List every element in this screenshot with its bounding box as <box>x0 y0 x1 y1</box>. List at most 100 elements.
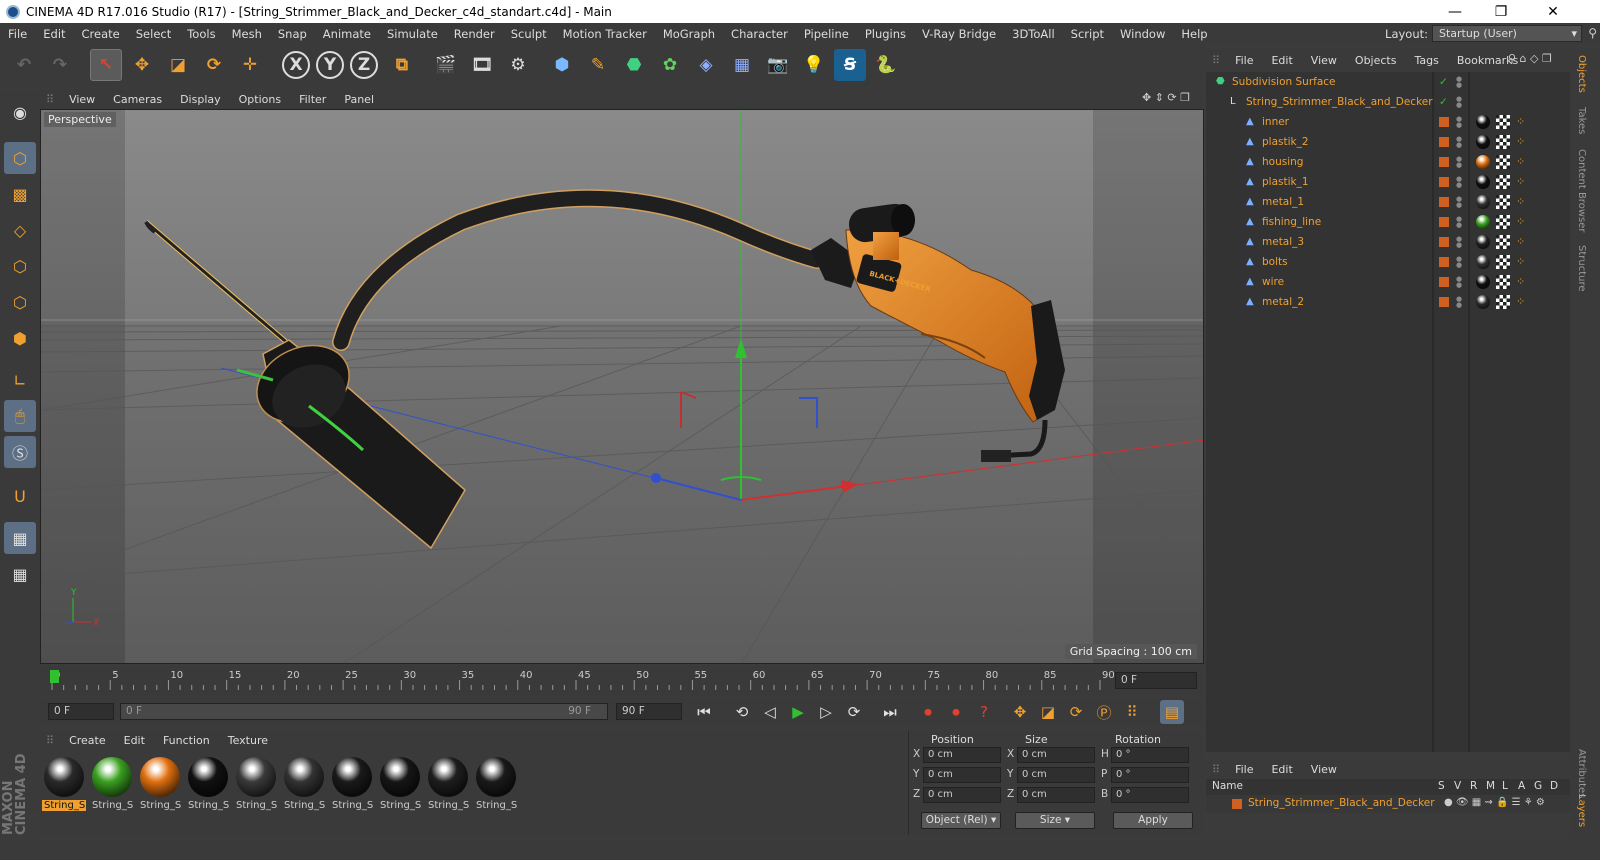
undo-icon[interactable]: ↶ <box>8 49 40 81</box>
python-icon[interactable]: 🐍 <box>870 49 902 81</box>
material-tag-icon[interactable] <box>1476 295 1490 309</box>
uvw-tag-icon[interactable] <box>1496 115 1510 129</box>
menu-item[interactable]: Simulate <box>379 27 446 41</box>
material-swatch[interactable]: String_S <box>330 755 374 813</box>
previous-key-icon[interactable]: ⟲ <box>730 700 754 724</box>
maximize-button[interactable]: ❐ <box>1478 0 1524 23</box>
menu-item[interactable]: Snap <box>270 27 315 41</box>
object-row[interactable]: L String_Strimmer_Black_and_Decker ✓ ● ● <box>1206 92 1570 112</box>
workplane-icon[interactable]: ▦ <box>4 522 36 554</box>
material-swatch[interactable]: String_S <box>42 755 86 813</box>
floor-environment-icon[interactable]: ▦ <box>726 49 758 81</box>
viewport-menu-item[interactable]: Display <box>171 93 230 106</box>
menu-item[interactable]: Edit <box>35 27 73 41</box>
record-keys-icon[interactable]: ⏺ <box>916 700 940 724</box>
menu-item[interactable]: Character <box>723 27 796 41</box>
phong-tag-icon[interactable]: ⁘ <box>1516 235 1530 249</box>
layer-column-header[interactable]: R <box>1470 780 1477 792</box>
object-row[interactable]: ▲ plastik_2 ● ● ⁘ <box>1206 132 1570 152</box>
viewport-menu-item[interactable]: Options <box>230 93 290 106</box>
object-row[interactable]: ▲ metal_3 ● ● ⁘ <box>1206 232 1570 252</box>
position-field[interactable]: 0 cm <box>923 767 1001 783</box>
keyframe-selection-icon[interactable]: ? <box>972 700 996 724</box>
pen-spline-icon[interactable]: ✎ <box>582 49 614 81</box>
object-menu-item[interactable]: View <box>1302 54 1346 67</box>
menu-item[interactable]: Select <box>128 27 179 41</box>
minimize-button[interactable]: — <box>1432 0 1478 23</box>
material-swatch[interactable]: String_S <box>474 755 518 813</box>
apply-button[interactable]: Apply <box>1113 812 1193 829</box>
layer-color-swatch[interactable] <box>1439 297 1449 307</box>
uvw-tag-icon[interactable] <box>1496 135 1510 149</box>
key-rotation-icon[interactable]: ⟳ <box>1064 700 1088 724</box>
key-pla-icon[interactable]: ⠿ <box>1120 700 1144 724</box>
key-parameter-icon[interactable]: Ⓟ <box>1092 700 1116 724</box>
menu-item[interactable]: Animate <box>315 27 379 41</box>
end-frame-field[interactable]: 90 F <box>616 703 682 720</box>
goto-end-icon[interactable]: ⏭ <box>878 700 902 724</box>
rotate-tool-icon[interactable]: ⟳ <box>198 49 230 81</box>
visibility-dots-icon[interactable]: ● ● <box>1456 76 1462 89</box>
object-row[interactable]: ▲ metal_2 ● ● ⁘ <box>1206 292 1570 312</box>
material-menu-item[interactable]: Texture <box>219 734 277 747</box>
layer-column-header[interactable]: M <box>1486 780 1495 792</box>
workplane-mode-icon[interactable]: ◇ <box>4 214 36 246</box>
key-scale-icon[interactable]: ◪ <box>1036 700 1060 724</box>
uvw-tag-icon[interactable] <box>1496 155 1510 169</box>
subdivision-icon[interactable]: ⬣ <box>618 49 650 81</box>
viewport-menu-item[interactable]: Cameras <box>104 93 171 106</box>
layer-row[interactable]: String_Strimmer_Black_and_Decker ● 👁 ▦ ⇝… <box>1206 795 1570 813</box>
visibility-dots-icon[interactable]: ● ● <box>1456 116 1462 129</box>
layer-column-header[interactable]: S <box>1438 780 1445 792</box>
object-row[interactable]: ▲ fishing_line ● ● ⁘ <box>1206 212 1570 232</box>
y-axis-lock-icon[interactable]: Y <box>316 51 344 79</box>
viewport-menu-item[interactable]: View <box>60 93 104 106</box>
layer-column-header[interactable]: D <box>1550 780 1558 792</box>
menu-item[interactable]: Sculpt <box>503 27 555 41</box>
size-mode-select[interactable]: Size ▾ <box>1015 812 1095 829</box>
x-axis-lock-icon[interactable]: X <box>282 51 310 79</box>
vray-icon[interactable]: Ꞩ <box>834 49 866 81</box>
material-tag-icon[interactable] <box>1476 195 1490 209</box>
visibility-dots-icon[interactable]: ● ● <box>1456 96 1462 109</box>
phong-tag-icon[interactable]: ⁘ <box>1516 215 1530 229</box>
playhead-marker[interactable] <box>50 670 59 683</box>
layer-color-swatch[interactable] <box>1439 177 1449 187</box>
mograph-cloner-icon[interactable]: ✿ <box>654 49 686 81</box>
snap-icon[interactable]: U <box>4 480 36 512</box>
layer-column-header[interactable]: A <box>1518 780 1525 792</box>
search-icon[interactable]: ⚲ <box>1588 26 1597 40</box>
layer-color-swatch[interactable] <box>1439 237 1449 247</box>
coordinate-system-icon[interactable]: ⧉ <box>386 49 418 81</box>
menu-item[interactable]: Render <box>446 27 503 41</box>
object-row[interactable]: ▲ plastik_1 ● ● ⁘ <box>1206 172 1570 192</box>
material-swatch[interactable]: String_S <box>186 755 230 813</box>
material-tag-icon[interactable] <box>1476 275 1490 289</box>
current-frame-field[interactable]: 0 F <box>1115 672 1197 689</box>
material-menu-item[interactable]: Edit <box>115 734 154 747</box>
material-swatch[interactable]: String_S <box>234 755 278 813</box>
side-tab[interactable]: Objects <box>1576 55 1587 93</box>
layout-select[interactable]: Startup (User) ▾ <box>1432 25 1582 42</box>
layer-color-swatch[interactable] <box>1439 137 1449 147</box>
recent-tool-icon[interactable]: ✛ <box>234 49 266 81</box>
layer-color-swatch[interactable] <box>1439 277 1449 287</box>
object-row[interactable]: ▲ metal_1 ● ● ⁘ <box>1206 192 1570 212</box>
phong-tag-icon[interactable]: ⁘ <box>1516 115 1530 129</box>
menu-item[interactable]: Pipeline <box>796 27 857 41</box>
material-tag-icon[interactable] <box>1476 235 1490 249</box>
menu-item[interactable]: 3DToAll <box>1004 27 1063 41</box>
polygons-mode-icon[interactable]: ⬢ <box>4 322 36 354</box>
model-mode-icon[interactable]: ⬡ <box>4 142 36 174</box>
material-swatch[interactable]: String_S <box>90 755 134 813</box>
phong-tag-icon[interactable]: ⁘ <box>1516 135 1530 149</box>
object-menu-item[interactable]: Edit <box>1262 54 1301 67</box>
material-swatch[interactable]: String_S <box>282 755 326 813</box>
visibility-dots-icon[interactable]: ● ● <box>1456 176 1462 189</box>
layer-color-swatch[interactable] <box>1439 197 1449 207</box>
redo-icon[interactable]: ↷ <box>44 49 76 81</box>
side-tab[interactable]: Attributes <box>1576 749 1587 798</box>
z-axis-lock-icon[interactable]: Z <box>350 51 378 79</box>
side-tab[interactable]: Structure <box>1576 245 1587 292</box>
visibility-dots-icon[interactable]: ● ● <box>1456 296 1462 309</box>
